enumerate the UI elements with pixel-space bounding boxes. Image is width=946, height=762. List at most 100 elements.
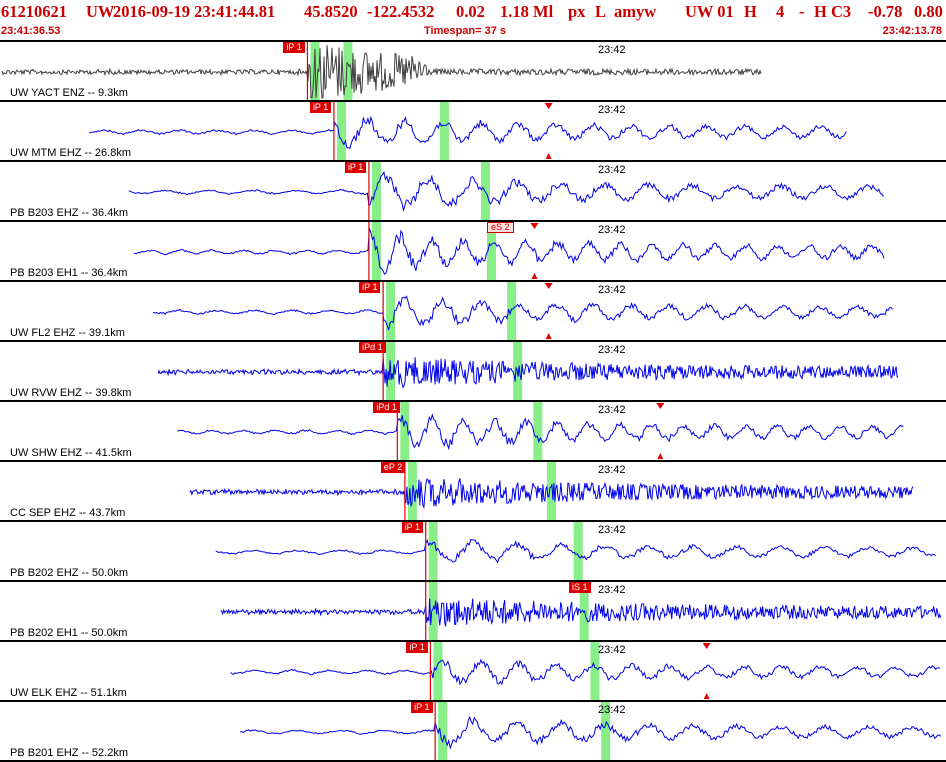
channel-label: UW SHW EHZ -- 41.5km [10, 447, 132, 459]
amplitude-marker-icon [544, 103, 553, 109]
phase-window-band [428, 522, 438, 580]
time-tick-label: 23:42 [598, 404, 626, 416]
time-tick-label: 23:42 [598, 284, 626, 296]
time-tick-label: 23:42 [598, 104, 626, 116]
trace-panel[interactable]: 23:42 iP 1 PB B201 EHZ -- 52.2km [0, 702, 946, 762]
amplitude-marker-icon [531, 273, 538, 279]
waveform-plot[interactable] [0, 102, 946, 162]
trace-panel[interactable]: 23:42 iPd 1 UW RVW EHZ -- 39.8km [0, 342, 946, 402]
time-tick-label: 23:42 [598, 164, 626, 176]
time-tick-label: 23:42 [598, 524, 626, 536]
trace-panel[interactable]: 23:42 iP 1 UW FL2 EHZ -- 39.1km [0, 282, 946, 342]
phase-window-band [433, 642, 443, 700]
amplitude-marker-icon [657, 453, 664, 459]
waveform-plot[interactable] [0, 342, 946, 402]
time-tick-label: 23:42 [598, 344, 626, 356]
seismogram-trace [88, 115, 847, 149]
channel-label: UW YACT ENZ -- 9.3km [10, 87, 128, 99]
trace-panel[interactable]: 23:42 iS 1 PB B202 EH1 -- 50.0km [0, 582, 946, 642]
event-longitude: -122.4532 [367, 2, 435, 21]
window-start-time: 23:41:36.53 [1, 25, 61, 37]
phase-pick-label[interactable]: eP 2 [380, 462, 406, 473]
phase-pick-label[interactable]: eS 2 [487, 222, 514, 233]
amplitude-marker-icon [702, 643, 711, 649]
channel-label: PB B203 EHZ -- 36.4km [10, 207, 128, 219]
event-summary-line: 61210621 UW 2016-09-19 23:41:44.81 45.85… [0, 2, 946, 24]
waveform-plot[interactable] [0, 222, 946, 282]
waveform-plot[interactable] [0, 642, 946, 702]
event-latitude: 45.8520 [304, 2, 358, 21]
event-value-1: -0.78 [868, 2, 903, 21]
waveform-plot[interactable] [0, 582, 946, 642]
waveform-plot[interactable] [0, 702, 946, 762]
channel-label: PB B203 EH1 -- 36.4km [10, 267, 128, 279]
phase-pick-label[interactable]: iPd 1 [373, 402, 400, 413]
phase-pick-label[interactable]: iP 1 [283, 42, 305, 53]
channel-label: PB B202 EHZ -- 50.0km [10, 567, 128, 579]
trace-panel[interactable]: 23:42 iP 1 PB B202 EHZ -- 50.0km [0, 522, 946, 582]
amplitude-marker-icon [545, 333, 552, 339]
event-dash: - [799, 2, 805, 21]
channel-label: UW FL2 EHZ -- 39.1km [10, 327, 125, 339]
event-etype: px [568, 2, 586, 21]
trace-panel[interactable]: 23:42 iP 1 PB B203 EHZ -- 36.4km [0, 162, 946, 222]
amplitude-marker-icon [544, 283, 553, 289]
channel-label: CC SEP EHZ -- 43.7km [10, 507, 126, 519]
window-timespan: Timespan= 37 s [424, 25, 507, 37]
phase-window-band [371, 222, 381, 280]
event-network: UW [86, 2, 115, 21]
time-tick-label: 23:42 [598, 464, 626, 476]
seismogram-trace [230, 658, 941, 686]
seismogram-trace [240, 715, 942, 750]
event-depth: 0.02 [456, 2, 485, 21]
waveform-plot[interactable] [0, 462, 946, 522]
trace-panel[interactable]: 23:42 iPd 1 UW SHW EHZ -- 41.5km [0, 402, 946, 462]
waveform-plot[interactable] [0, 282, 946, 342]
phase-pick-label[interactable]: iP 1 [359, 282, 381, 293]
channel-label: UW RVW EHZ -- 39.8km [10, 387, 132, 399]
trace-panel[interactable]: 23:42 eS 2 PB B203 EH1 -- 36.4km [0, 222, 946, 282]
event-value-2: 0.80 [914, 2, 943, 21]
phase-window-band [371, 162, 381, 220]
trace-panel[interactable]: 23:42 iP 1 UW MTM EHZ -- 26.8km [0, 102, 946, 162]
phase-pick-label[interactable]: iP 1 [411, 702, 433, 713]
channel-label: UW ELK EHZ -- 51.1km [10, 687, 127, 699]
phase-pick-label[interactable]: iP 1 [309, 102, 332, 113]
event-phase-count: 4 [776, 2, 785, 21]
event-header: 61210621 UW 2016-09-19 23:41:44.81 45.85… [0, 0, 946, 40]
seismogram-trace [152, 295, 893, 331]
waveform-plot[interactable] [0, 522, 946, 582]
waveform-plot[interactable] [0, 42, 946, 102]
waveform-plot[interactable] [0, 162, 946, 222]
window-end-time: 23:42:13.78 [882, 25, 942, 37]
time-tick-label: 23:42 [598, 704, 626, 716]
phase-pick-label[interactable]: iP 1 [406, 642, 428, 653]
amplitude-marker-icon [545, 153, 552, 159]
trace-panel[interactable]: 23:42 iP 1 UW YACT ENZ -- 9.3km [0, 42, 946, 102]
time-tick-label: 23:42 [598, 584, 626, 596]
phase-pick-label[interactable]: iPd 1 [359, 342, 386, 353]
phase-pick-label[interactable]: iP 1 [344, 162, 367, 173]
amplitude-marker-icon [530, 223, 539, 229]
channel-label: UW MTM EHZ -- 26.8km [10, 147, 131, 159]
trace-panel[interactable]: 23:42 eP 2 CC SEP EHZ -- 43.7km [0, 462, 946, 522]
phase-window-band [386, 282, 396, 340]
seismogram-trace [133, 228, 885, 275]
event-id: 61210621 [1, 2, 67, 21]
seismogram-trace [128, 170, 884, 213]
time-tick-label: 23:42 [598, 44, 626, 56]
event-gtype: L [595, 2, 607, 21]
phase-pick-label[interactable]: iS 1 [569, 582, 591, 593]
time-tick-label: 23:42 [598, 224, 626, 236]
event-source: UW 01 [685, 2, 734, 21]
phase-pick-label[interactable]: iP 1 [401, 522, 424, 533]
waveform-plot[interactable] [0, 402, 946, 462]
trace-panel[interactable]: 23:42 iP 1 UW ELK EHZ -- 51.1km [0, 642, 946, 702]
event-auth: amyw [614, 2, 657, 21]
phase-window-band [439, 102, 449, 160]
phase-window-band [573, 522, 583, 580]
amplitude-marker-icon [703, 693, 710, 699]
time-tick-label: 23:42 [598, 644, 626, 656]
trace-panel-stack[interactable]: 23:42 iP 1 UW YACT ENZ -- 9.3km 23:42 iP 1 UW… [0, 40, 946, 762]
amplitude-marker-icon [656, 403, 665, 409]
